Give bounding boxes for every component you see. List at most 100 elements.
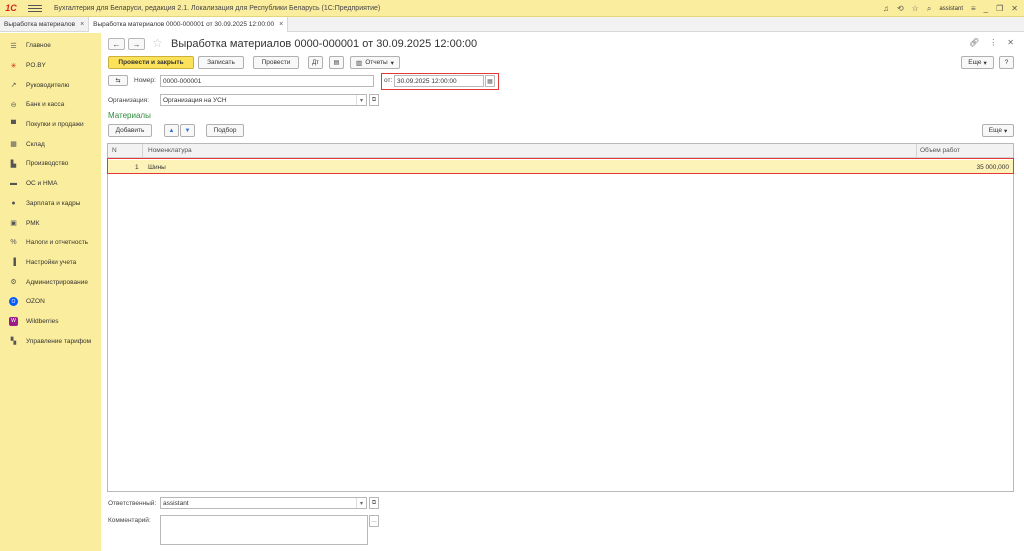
close-form-icon[interactable]: ✕: [1007, 38, 1014, 47]
table-header: N Номенклатура Объем работ: [108, 144, 1013, 158]
table-more-button[interactable]: Еще ▾: [982, 124, 1014, 137]
responsible-label: Ответственный:: [108, 500, 157, 507]
open-link-icon[interactable]: ⧉: [369, 94, 379, 106]
tab-label: Выработка материалов 0000-000001 от 30.0…: [93, 21, 275, 28]
ozon-icon: O: [9, 297, 18, 307]
sidebar-item-assets[interactable]: ▬ ОС и НМА: [0, 174, 101, 194]
move-down-icon[interactable]: ▼: [180, 124, 195, 137]
person-icon: ●: [11, 199, 16, 207]
column-volume[interactable]: Объем работ: [920, 147, 960, 154]
sidebar-item-ozon[interactable]: O OZON: [0, 292, 101, 312]
bell-icon[interactable]: ♫: [883, 4, 889, 13]
gear-icon: ⚙: [10, 279, 17, 287]
tab-document[interactable]: Выработка материалов 0000-000001 от 30.0…: [89, 17, 289, 32]
column-n[interactable]: N: [112, 147, 117, 154]
organization-field[interactable]: Организация на УСН ▾: [160, 94, 367, 106]
sidebar-item-settings[interactable]: ▐ Настройки учета: [0, 253, 101, 273]
title-bar: 1С Бухгалтерия для Беларуси, редакция 2.…: [0, 0, 1024, 17]
arrow-left-icon: ←: [112, 39, 121, 49]
chevron-down-icon: ▾: [390, 59, 394, 67]
back-button[interactable]: ←: [108, 38, 125, 50]
warehouse-icon: ▦: [10, 141, 17, 149]
sidebar-item-manager[interactable]: ↗ Руководителю: [0, 75, 101, 95]
help-button[interactable]: ?: [999, 56, 1014, 69]
add-button[interactable]: Добавить: [108, 124, 152, 137]
tab-label: Выработка материалов: [4, 21, 76, 28]
favorites-icon[interactable]: ☆: [912, 4, 919, 13]
page-title: Выработка материалов 0000-000001 от 30.0…: [171, 38, 478, 50]
arrow-right-icon: →: [132, 39, 141, 49]
close-tab-icon[interactable]: ×: [80, 21, 84, 28]
date-highlight: [381, 73, 499, 90]
tab-materials-list[interactable]: Выработка материалов ×: [0, 17, 90, 32]
close-tab-icon[interactable]: ×: [279, 21, 283, 28]
sidebar-item-warehouse[interactable]: ▦ Склад: [0, 134, 101, 154]
sidebar-item-purchases[interactable]: ▀ Покупки и продажи: [0, 115, 101, 135]
trend-icon: ↗: [10, 82, 17, 90]
settings-menu-icon[interactable]: ≡: [971, 4, 976, 13]
user-name[interactable]: assistant: [939, 6, 963, 12]
dt-kt-icon[interactable]: Дт: [308, 56, 323, 69]
sidebar-item-admin[interactable]: ⚙ Администрирование: [0, 272, 101, 292]
structure-icon[interactable]: ▤: [329, 56, 344, 69]
open-link-icon[interactable]: ⧉: [369, 497, 379, 509]
sidebar-item-salary[interactable]: ● Зарплата и кадры: [0, 194, 101, 214]
reports-button[interactable]: ▥ Отчеты ▾: [350, 56, 400, 69]
sidebar: ☰ Главное ✳ PO.BY ↗ Руководителю ⊖ Банк и ка…: [0, 33, 101, 551]
forward-button[interactable]: →: [128, 38, 145, 50]
save-button[interactable]: Записать: [198, 56, 244, 69]
restore-icon[interactable]: ❐: [996, 4, 1003, 13]
chevron-down-icon: ▾: [983, 59, 987, 67]
sidebar-item-tariff[interactable]: ▚ Управление тарифом: [0, 331, 101, 351]
sidebar-item-po-by[interactable]: ✳ PO.BY: [0, 56, 101, 76]
more-vertical-icon[interactable]: ⋮: [989, 38, 997, 47]
organization-label: Организация:: [108, 97, 150, 104]
post-and-close-button[interactable]: Провести и закрыть: [108, 56, 194, 69]
row-highlight: [107, 158, 1014, 174]
favorite-star-icon[interactable]: ☆: [152, 36, 163, 50]
document-form: ← → ☆ Выработка материалов 0000-000001 о…: [101, 33, 1024, 551]
tab-bar: Выработка материалов × Выработка материа…: [0, 17, 1024, 32]
app-logo: 1С: [5, 3, 17, 13]
chevron-down-icon: ▾: [1003, 127, 1008, 135]
po-by-icon: ✳: [10, 62, 17, 70]
factory-icon: ▙: [10, 160, 17, 168]
responsible-field[interactable]: assistant ▾: [160, 497, 367, 509]
materials-table[interactable]: N Номенклатура Объем работ 1 Шины 35 000…: [107, 143, 1014, 492]
number-label: Номер:: [134, 77, 156, 84]
search-icon[interactable]: ⌕: [927, 4, 931, 14]
sidebar-item-rmk[interactable]: ▣ РМК: [0, 213, 101, 233]
close-icon[interactable]: ✕: [1011, 4, 1018, 13]
sidebar-item-wildberries[interactable]: W Wildberries: [0, 312, 101, 332]
main-menu-icon[interactable]: [28, 4, 42, 12]
comment-expand-icon[interactable]: …: [369, 515, 379, 527]
book-icon: ▐: [11, 258, 16, 266]
report-icon: ▥: [356, 59, 363, 67]
truck-icon: ▬: [10, 180, 17, 188]
sidebar-item-main[interactable]: ☰ Главное: [0, 36, 101, 56]
bank-icon: ⊖: [10, 101, 17, 109]
register-icon: ▣: [10, 220, 17, 228]
sidebar-item-taxes[interactable]: % Налоги и отчетность: [0, 233, 101, 253]
link-icon[interactable]: 🔗︎: [969, 38, 979, 47]
chevron-down-icon[interactable]: ▾: [356, 95, 366, 105]
more-button[interactable]: Еще ▾: [961, 56, 994, 69]
minimize-icon[interactable]: _: [984, 4, 988, 13]
menu-icon: ☰: [10, 42, 17, 50]
history-icon[interactable]: ⟲: [897, 4, 904, 13]
percent-icon: %: [10, 239, 17, 247]
pick-button[interactable]: Подбор: [206, 124, 244, 137]
post-button[interactable]: Провести: [253, 56, 299, 69]
sidebar-item-production[interactable]: ▙ Производство: [0, 154, 101, 174]
move-up-icon[interactable]: ▲: [164, 124, 179, 137]
cart-icon: ▀: [11, 121, 16, 129]
number-field[interactable]: 0000-000001: [160, 75, 374, 87]
comment-label: Комментарий:: [108, 517, 151, 524]
chevron-down-icon[interactable]: ▾: [356, 498, 366, 508]
app-title: Бухгалтерия для Беларуси, редакция 2.1. …: [54, 4, 381, 12]
grid-icon: ▚: [10, 338, 17, 346]
comment-field[interactable]: [160, 515, 368, 545]
column-nomenclature[interactable]: Номенклатура: [148, 147, 192, 154]
number-edit-icon[interactable]: ⇆: [108, 75, 128, 86]
sidebar-item-bank[interactable]: ⊖ Банк и касса: [0, 95, 101, 115]
